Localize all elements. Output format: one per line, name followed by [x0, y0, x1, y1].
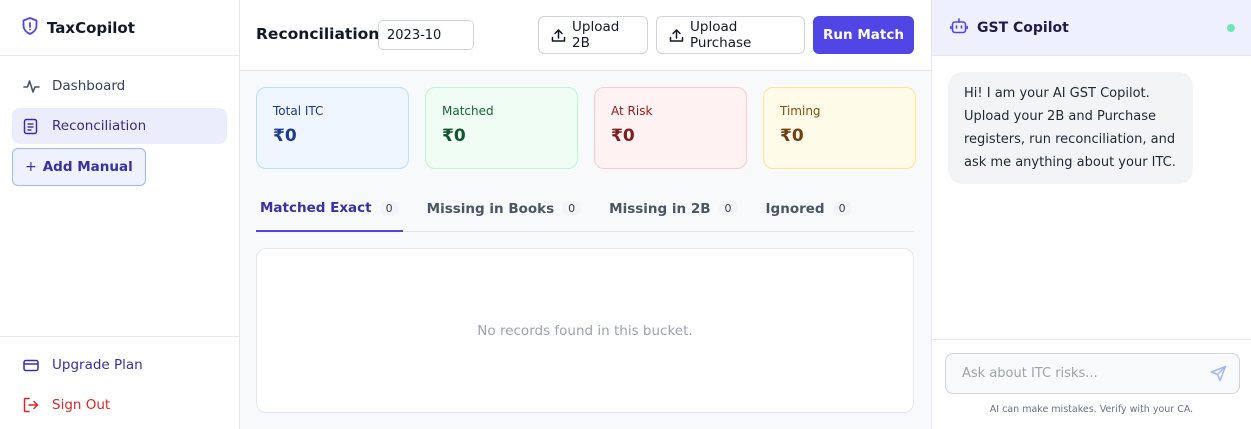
sidebar-item-label: Reconciliation [52, 118, 147, 134]
copilot-footer: AI can make mistakes. Verify with your C… [932, 339, 1251, 429]
sidebar-item-dashboard[interactable]: Dashboard [12, 68, 227, 104]
run-match-button[interactable]: Run Match [813, 16, 914, 54]
upload-icon [669, 28, 684, 43]
card-at-risk: At Risk ₹0 [594, 87, 747, 169]
empty-state-text: No records found in this bucket. [477, 322, 693, 339]
logout-icon [23, 397, 41, 413]
tab-label: Ignored [765, 200, 825, 217]
upload-2b-button[interactable]: Upload 2B [538, 16, 648, 54]
card-matched: Matched ₹0 [425, 87, 578, 169]
count-badge: 0 [832, 201, 852, 216]
card-total-itc: Total ITC ₹0 [256, 87, 409, 169]
sidebar-item-label: Sign Out [52, 397, 111, 413]
tab-missing-in-books[interactable]: Missing in Books 0 [423, 186, 586, 231]
card-label: Matched [442, 104, 494, 118]
upload-purchase-label: Upload Purchase [690, 19, 752, 51]
chat-input[interactable] [946, 354, 1201, 393]
online-status-dot [1227, 24, 1235, 32]
sidebar: TaxCopilot Dashboard Reconciliation + Ad… [0, 0, 240, 429]
tab-label: Missing in Books [426, 200, 555, 217]
copilot-title: GST Copilot [977, 19, 1069, 36]
toolbar: Reconciliation Upload 2B Upload Purchase… [240, 0, 931, 71]
sidebar-item-sign-out[interactable]: Sign Out [12, 387, 227, 423]
tab-label: Matched Exact [260, 200, 372, 216]
count-badge: 0 [718, 201, 738, 216]
credit-card-icon [23, 359, 41, 372]
brand[interactable]: TaxCopilot [0, 0, 239, 56]
sidebar-item-label: Upgrade Plan [52, 357, 143, 373]
card-value: ₹0 [273, 126, 297, 146]
count-badge: 0 [562, 201, 582, 216]
bucket-tabs: Matched Exact 0 Missing in Books 0 Missi… [256, 186, 914, 232]
sidebar-item-reconciliation[interactable]: Reconciliation [12, 108, 227, 144]
upload-icon [551, 28, 566, 43]
tab-matched-exact[interactable]: Matched Exact 0 [256, 186, 403, 232]
app-name: TaxCopilot [47, 18, 135, 37]
upload-2b-label: Upload 2B [572, 19, 620, 51]
copilot-panel: GST Copilot Hi! I am your AI GST Copilot… [931, 0, 1251, 429]
period-input[interactable] [378, 20, 474, 50]
shield-icon [22, 16, 38, 39]
sidebar-item-label: Dashboard [52, 78, 126, 94]
card-label: Timing [780, 104, 821, 118]
ai-disclaimer: AI can make mistakes. Verify with your C… [989, 404, 1194, 415]
main-content: Reconciliation Upload 2B Upload Purchase… [240, 0, 931, 429]
add-manual-button[interactable]: + Add Manual [12, 148, 146, 186]
card-label: Total ITC [273, 104, 324, 118]
card-value: ₹0 [780, 126, 804, 146]
count-badge: 0 [379, 200, 399, 216]
copilot-header: GST Copilot [932, 0, 1251, 56]
card-value: ₹0 [611, 126, 635, 146]
add-manual-label: Add Manual [42, 159, 133, 175]
summary-cards: Total ITC ₹0 Matched ₹0 At Risk ₹0 Timin… [256, 87, 916, 169]
card-value: ₹0 [442, 126, 466, 146]
tab-label: Missing in 2B [609, 200, 711, 217]
card-timing: Timing ₹0 [763, 87, 916, 169]
plus-icon: + [25, 159, 37, 175]
tab-missing-in-2b[interactable]: Missing in 2B 0 [605, 186, 741, 231]
send-icon[interactable] [1210, 365, 1227, 382]
activity-icon [23, 78, 41, 95]
assistant-message: Hi! I am your AI GST Copilot. Upload you… [948, 72, 1193, 184]
records-panel: No records found in this bucket. [256, 248, 914, 413]
tab-ignored[interactable]: Ignored 0 [762, 186, 856, 231]
sidebar-footer: Upgrade Plan Sign Out [0, 336, 239, 429]
chat-input-wrapper [945, 353, 1240, 394]
bot-icon [950, 17, 968, 38]
sidebar-nav: Dashboard Reconciliation + Add Manual [0, 56, 239, 186]
upload-purchase-button[interactable]: Upload Purchase [656, 16, 805, 54]
sidebar-item-upgrade-plan[interactable]: Upgrade Plan [12, 347, 227, 383]
document-icon [23, 118, 41, 135]
card-label: At Risk [611, 104, 653, 118]
page-title: Reconciliation [256, 25, 380, 43]
